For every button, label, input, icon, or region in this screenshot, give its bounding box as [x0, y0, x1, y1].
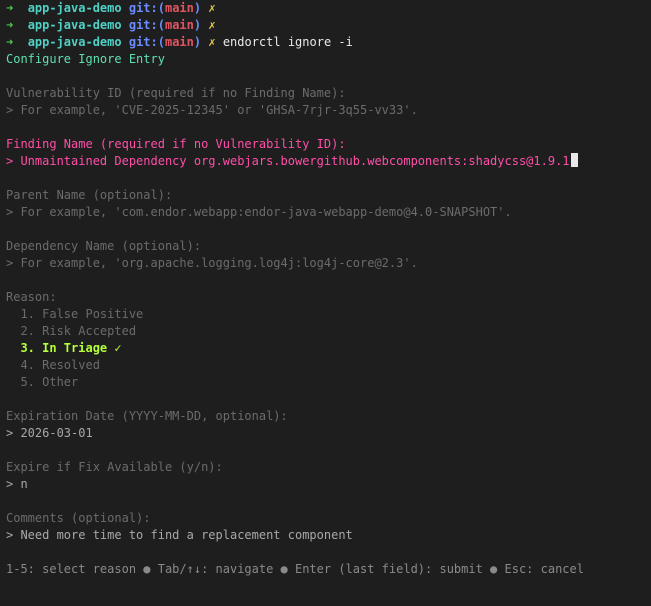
vuln-id-label: Vulnerability ID (required if no Finding…	[6, 86, 346, 100]
prompt-directory: app-java-demo	[27, 35, 122, 49]
expiration-label: Expiration Date (YYYY-MM-DD, optional):	[6, 409, 288, 423]
reason-option-risk-accepted[interactable]: 2. Risk Accepted	[6, 323, 645, 340]
reason-label: Reason:	[6, 290, 57, 304]
reason-option-false-positive[interactable]: 1. False Positive	[6, 306, 645, 323]
expire-if-fix-label: Expire if Fix Available (y/n):	[6, 460, 223, 474]
prompt-git-close: )	[193, 35, 202, 49]
prompt-arrow-icon: ➜	[6, 18, 14, 32]
prompt-branch: main	[164, 35, 194, 49]
parent-name-input[interactable]: > For example, 'com.endor.webapp:endor-j…	[6, 204, 645, 221]
prompt-branch: main	[164, 18, 194, 32]
prompt-git-label: git:(	[128, 1, 165, 15]
prompt-line: ➜ app-java-demo git:(main) ✗	[6, 17, 645, 34]
prompt-git-close: )	[193, 1, 202, 15]
text-cursor	[570, 153, 578, 167]
expiration-input[interactable]: > 2026-03-01	[6, 425, 645, 442]
prompt-directory: app-java-demo	[27, 1, 122, 15]
reason-option-in-triage[interactable]: 3. In Triage ✓	[6, 340, 645, 357]
prompt-branch: main	[164, 1, 194, 15]
parent-name-label: Parent Name (optional):	[6, 188, 173, 202]
dirty-mark-icon: ✗	[208, 18, 216, 32]
reason-option-other[interactable]: 5. Other	[6, 374, 645, 391]
prompt-directory: app-java-demo	[27, 18, 122, 32]
prompt-line: ➜ app-java-demo git:(main) ✗ endorctl ig…	[6, 34, 645, 51]
prompt-arrow-icon: ➜	[6, 35, 14, 49]
help-bar: 1-5: select reason ● Tab/↑↓: navigate ● …	[6, 562, 584, 576]
expire-if-fix-input[interactable]: > n	[6, 476, 645, 493]
comments-input[interactable]: > Need more time to find a replacement c…	[6, 527, 645, 544]
finding-name-input[interactable]: > Unmaintained Dependency org.webjars.bo…	[6, 153, 645, 170]
dependency-name-input[interactable]: > For example, 'org.apache.logging.log4j…	[6, 255, 645, 272]
comments-label: Comments (optional):	[6, 511, 151, 525]
prompt-line: ➜ app-java-demo git:(main) ✗	[6, 0, 645, 17]
command-text: endorctl ignore -i	[222, 35, 353, 49]
prompt-arrow-icon: ➜	[6, 1, 14, 15]
prompt-git-label: git:(	[128, 35, 165, 49]
prompt-git-close: )	[193, 18, 202, 32]
reason-option-resolved[interactable]: 4. Resolved	[6, 357, 645, 374]
finding-name-value: > Unmaintained Dependency org.webjars.bo…	[6, 154, 570, 168]
prompt-git-label: git:(	[128, 18, 165, 32]
terminal-window[interactable]: ➜ app-java-demo git:(main) ✗ ➜ app-java-…	[0, 0, 651, 606]
dirty-mark-icon: ✗	[208, 1, 216, 15]
finding-name-label: Finding Name (required if no Vulnerabili…	[6, 137, 346, 151]
vuln-id-input[interactable]: > For example, 'CVE-2025-12345' or 'GHSA…	[6, 102, 645, 119]
dependency-name-label: Dependency Name (optional):	[6, 239, 202, 253]
form-title: Configure Ignore Entry	[6, 52, 165, 66]
dirty-mark-icon: ✗	[208, 35, 216, 49]
